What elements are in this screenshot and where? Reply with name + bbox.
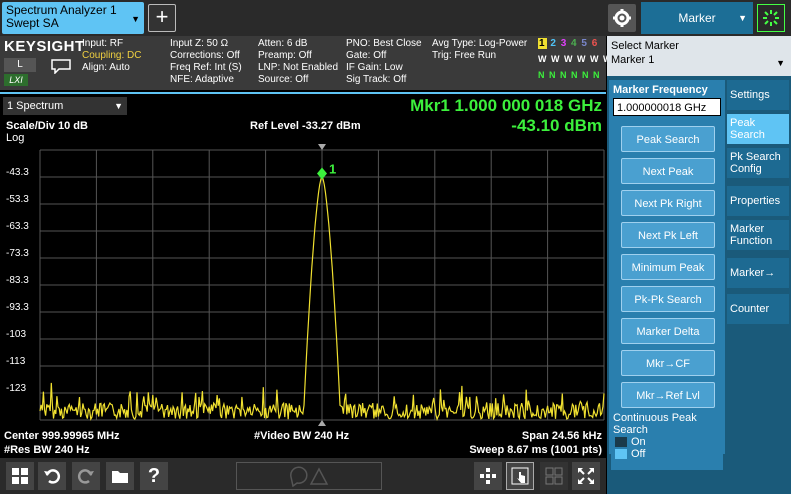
radio-on-icon [615,449,627,459]
marker-readout: Mkr1 1.000 000 018 GHz [410,96,602,115]
busy-icon [757,4,785,32]
menu-title: Marker [678,11,716,25]
select-marker-value: Marker 1 [611,54,655,66]
tab-marker-function[interactable]: Marker Function [727,220,789,250]
multi-window-icon[interactable] [474,462,502,490]
trace-status[interactable]: 1 2 3 4 5 6 W W W W W W N N N N N N [536,38,611,88]
folder-icon[interactable] [106,462,134,490]
brand-logo: KEYSIGHT [4,38,85,55]
y-tick-label: -53.3 [6,194,29,205]
instrument-tab-mode: Swept SA [6,16,59,30]
ref-level-label[interactable]: Ref Level -33.27 dBm [250,120,361,132]
tab-counter[interactable]: Counter [727,294,789,324]
continuous-peak-search[interactable]: Continuous Peak Search On Off [611,410,723,470]
y-tick-label: -63.3 [6,221,29,232]
local-badge: L [4,58,36,72]
trigger-settings[interactable]: Avg Type: Log-Power Trig: Free Run [432,38,527,62]
select-marker-label: Select Marker [611,40,679,52]
attenuation-settings[interactable]: Atten: 6 dB Preamp: Off LNP: Not Enabled… [258,38,338,86]
y-tick-label: -123 [6,383,26,394]
marker-diamond [317,167,327,180]
log-label: Log [6,132,25,144]
undo-icon[interactable] [38,462,66,490]
next-peak-button[interactable]: Next Peak [621,158,715,184]
input-settings[interactable]: Input: RF Coupling: DC Align: Auto [82,38,141,74]
center-top-marker [318,144,326,150]
lxi-badge: LXI [4,74,28,86]
redo-icon[interactable] [72,462,100,490]
chevron-down-icon: ▼ [114,101,123,111]
help-icon[interactable]: ? [140,462,168,490]
softkey-panel: Select Marker Marker 1 ▼ Marker Frequenc… [607,36,791,494]
next-pk-right-button[interactable]: Next Pk Right [621,190,715,216]
tab-properties[interactable]: Properties [727,186,789,216]
y-tick-label: -93.3 [6,302,29,313]
peak-search-button[interactable]: Peak Search [621,126,715,152]
instrument-tab[interactable]: Spectrum Analyzer 1 Swept SA ▼ [2,2,144,34]
spectrum-display[interactable]: -43.3 -53.3 -63.3 -73.3 -83.3 -93.3 -103 -113 -1… [0,92,606,456]
chevron-down-icon: ▼ [738,13,747,23]
mkr-to-cf-button[interactable]: Mkr→CF [621,350,715,376]
y-tick-label: -103 [6,329,26,340]
settings-panel: KEYSIGHT L LXI Input: RF Coupling: DC Al… [0,36,611,90]
select-marker-dropdown[interactable]: Select Marker Marker 1 ▼ [607,36,791,76]
marker-frequency-input[interactable]: 1.000000018 GHz [613,98,721,116]
continuous-peak-label: Continuous Peak Search [613,412,697,436]
center-bottom-marker [318,420,326,426]
mkr-to-ref-lvl-button[interactable]: Mkr→Ref Lvl [621,382,715,408]
sweep-time[interactable]: Sweep 8.67 ms (1001 pts) [469,444,602,456]
trace-types: W W W W W W [538,54,613,64]
tab-settings[interactable]: Settings [727,80,789,110]
window-selector[interactable]: 1 Spectrum ▼ [3,97,127,115]
touch-icon[interactable] [506,462,534,490]
pk-pk-search-button[interactable]: Pk-Pk Search [621,286,715,312]
maximize-icon[interactable] [572,462,600,490]
marker-controls: Marker Frequency 1.000000018 GHz Peak Se… [609,80,725,454]
radio-off-icon [615,437,627,447]
grid-layout-icon[interactable] [540,462,568,490]
tab-pk-search-config[interactable]: Pk Search Config [727,148,789,178]
taskbar: ? [0,458,606,494]
tab-marker-to[interactable]: Marker→ [727,258,789,288]
message-icon[interactable] [50,58,72,75]
corrections-settings[interactable]: Input Z: 50 Ω Corrections: Off Freq Ref:… [170,38,242,86]
y-tick-label: -73.3 [6,248,29,259]
minimum-peak-button[interactable]: Minimum Peak [621,254,715,280]
pno-settings[interactable]: PNO: Best Close Gate: Off IF Gain: Low S… [346,38,422,86]
gear-icon[interactable] [608,4,636,32]
scale-label[interactable]: Scale/Div 10 dB [6,120,88,132]
continuous-peak-off[interactable]: Off [615,448,721,460]
marker-delta-button[interactable]: Marker Delta [621,318,715,344]
span[interactable]: Span 24.56 kHz [522,430,602,442]
video-bw[interactable]: #Video BW 240 Hz [254,430,349,442]
marker-label: 1 [329,162,336,177]
top-bar: Spectrum Analyzer 1 Swept SA ▼ + Marker … [0,0,791,36]
menu-selector[interactable]: Marker ▼ [641,2,753,34]
res-bw[interactable]: #Res BW 240 Hz [4,444,90,456]
y-tick-label: -113 [6,356,26,367]
continuous-peak-on[interactable]: On [615,436,721,448]
windows-icon[interactable] [6,462,34,490]
trace-detectors: N N N N N N [538,70,601,80]
center-frequency[interactable]: Center 999.99965 MHz [4,430,120,442]
trace-numbers: 1 2 3 4 5 6 [538,38,599,49]
tab-peak-search[interactable]: Peak Search [727,114,789,144]
chevron-down-icon: ▼ [131,14,140,24]
spectrum-plot[interactable]: -43.3 -53.3 -63.3 -73.3 -83.3 -93.3 -103 -113 -1… [0,94,606,458]
marker-amplitude: -43.10 dBm [511,116,602,135]
next-pk-left-button[interactable]: Next Pk Left [621,222,715,248]
y-tick-label: -43.3 [6,167,29,178]
add-icon[interactable]: + [148,4,176,32]
shapes-icon [236,462,382,490]
window-selector-value: 1 Spectrum [7,100,64,112]
chevron-down-icon: ▼ [776,58,785,68]
y-tick-label: -83.3 [6,275,29,286]
marker-frequency-label: Marker Frequency [613,84,708,96]
